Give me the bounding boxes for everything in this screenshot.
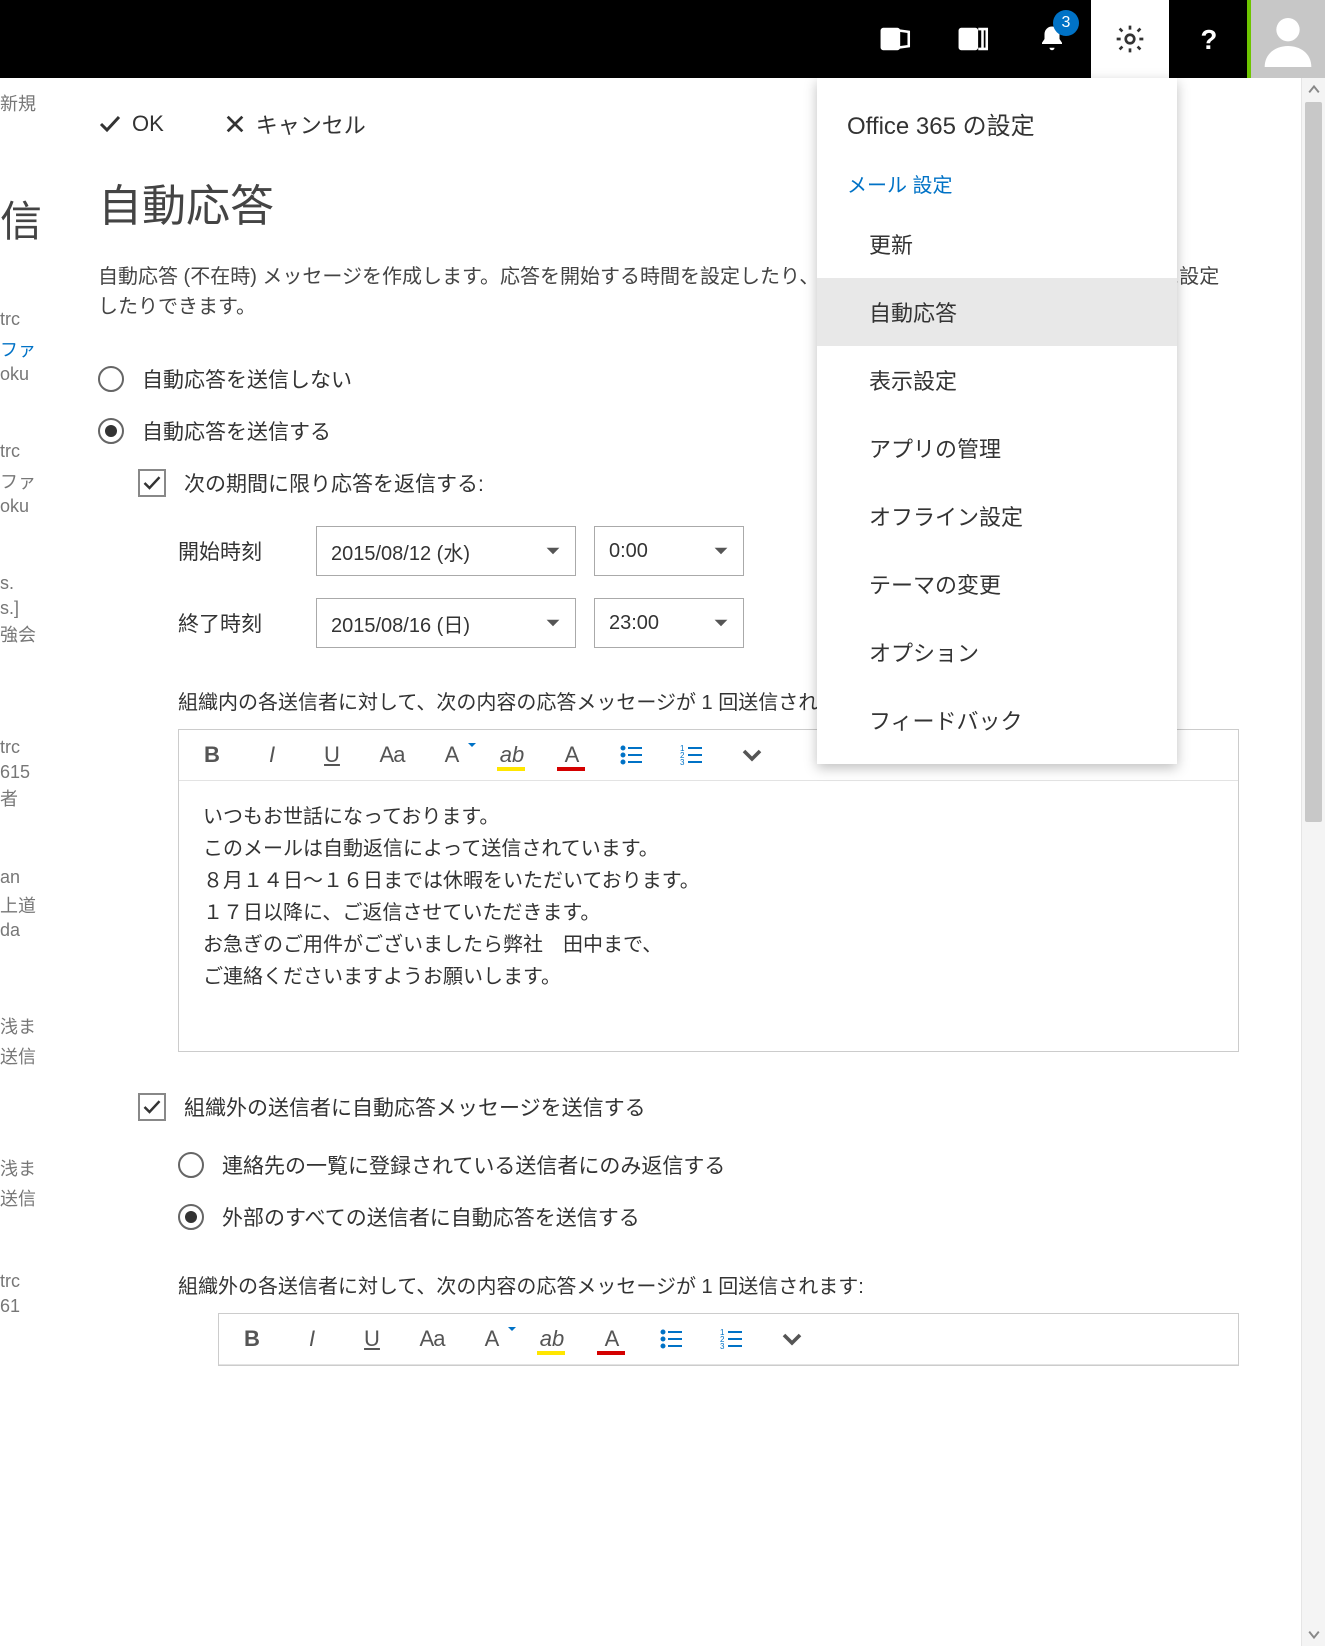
radio-send-label: 自動応答を送信する [142, 416, 331, 446]
bold-button[interactable]: B [237, 1326, 267, 1352]
chevron-down-icon [713, 615, 729, 631]
radio-dont-send-label: 自動応答を送信しない [142, 364, 352, 394]
radio-icon [98, 366, 124, 392]
external-desc: 組織外の各送信者に対して、次の内容の応答メッセージが 1 回送信されます: [178, 1270, 1239, 1299]
checkbox-period-label: 次の期間に限り応答を返信する: [184, 468, 484, 498]
flyout-item-options[interactable]: オプション [817, 618, 1177, 686]
start-date-value: 2015/08/12 (水) [331, 537, 470, 566]
font-style-button[interactable]: A [437, 742, 467, 768]
notification-badge: 3 [1053, 10, 1079, 36]
bullet-list-button[interactable] [617, 744, 647, 766]
ok-button[interactable]: OK [98, 108, 164, 140]
chevron-down-icon [545, 615, 561, 631]
flyout-item-auto-reply[interactable]: 自動応答 [817, 278, 1177, 346]
flyout-subheading: メール 設定 [817, 159, 1177, 210]
vertical-scrollbar[interactable] [1301, 78, 1325, 1646]
scroll-thumb[interactable] [1305, 102, 1322, 822]
svg-text:S: S [888, 33, 897, 50]
more-formatting-button[interactable] [777, 1329, 807, 1349]
scroll-down-arrow[interactable] [1302, 1622, 1325, 1646]
scroll-up-arrow[interactable] [1302, 78, 1325, 102]
internal-message-editor[interactable]: B I U Aa A ab A [178, 729, 1239, 1052]
chevron-down-icon [713, 543, 729, 559]
gear-icon[interactable] [1091, 0, 1169, 78]
settings-flyout: Office 365 の設定 メール 設定 更新 自動応答 表示設定 アプリの管… [817, 78, 1177, 764]
underline-button[interactable]: U [317, 742, 347, 768]
chevron-down-icon [545, 543, 561, 559]
flyout-item-manage-apps[interactable]: アプリの管理 [817, 414, 1177, 482]
radio-icon [98, 418, 124, 444]
italic-button[interactable]: I [297, 1326, 327, 1352]
flyout-item-offline[interactable]: オフライン設定 [817, 482, 1177, 550]
checkbox-external-label: 組織外の送信者に自動応答メッセージを送信する [184, 1092, 646, 1122]
radio-external-contacts[interactable]: 連絡先の一覧に登録されている送信者にのみ返信する [178, 1150, 1239, 1180]
font-size-button[interactable]: Aa [377, 742, 407, 768]
radio-icon [178, 1204, 204, 1230]
svg-text:D: D [964, 33, 975, 50]
mailbox-list-sliver: 新規 信 trc ファ oku trc ファ oku s. s.] 強会 trc… [0, 78, 48, 1646]
highlight-button[interactable]: ab [497, 742, 527, 768]
start-date-select[interactable]: 2015/08/12 (水) [316, 526, 576, 576]
underline-button[interactable]: U [357, 1326, 387, 1352]
checkbox-external-send[interactable]: 組織外の送信者に自動応答メッセージを送信する [138, 1092, 1239, 1122]
flyout-heading[interactable]: Office 365 の設定 [817, 78, 1177, 159]
numbered-list-button[interactable]: 123 [717, 1328, 747, 1350]
end-time-select[interactable]: 23:00 [594, 598, 744, 648]
radio-external-all-label: 外部のすべての送信者に自動応答を送信する [222, 1202, 640, 1232]
top-bar: S D 3 ? [0, 0, 1325, 78]
numbered-list-button[interactable]: 123 [677, 744, 707, 766]
checkbox-icon [138, 1093, 166, 1121]
italic-button[interactable]: I [257, 742, 287, 768]
svg-text:3: 3 [720, 1342, 725, 1350]
radio-icon [178, 1152, 204, 1178]
avatar[interactable] [1247, 0, 1325, 78]
radio-external-all[interactable]: 外部のすべての送信者に自動応答を送信する [178, 1202, 1239, 1232]
flyout-item-theme[interactable]: テーマの変更 [817, 550, 1177, 618]
end-time-label: 終了時刻 [178, 608, 298, 638]
font-color-button[interactable]: A [597, 1326, 627, 1352]
highlight-button[interactable]: ab [537, 1326, 567, 1352]
radio-external-contacts-label: 連絡先の一覧に登録されている送信者にのみ返信する [222, 1150, 725, 1180]
end-time-value: 23:00 [609, 612, 659, 635]
start-time-label: 開始時刻 [178, 536, 298, 566]
end-date-select[interactable]: 2015/08/16 (日) [316, 598, 576, 648]
flyout-item-feedback[interactable]: フィードバック [817, 686, 1177, 754]
start-time-select[interactable]: 0:00 [594, 526, 744, 576]
font-style-button[interactable]: A [477, 1326, 507, 1352]
end-date-value: 2015/08/16 (日) [331, 609, 470, 638]
svg-text:3: 3 [680, 758, 685, 766]
font-color-button[interactable]: A [557, 742, 587, 768]
flyout-item-refresh[interactable]: 更新 [817, 210, 1177, 278]
more-formatting-button[interactable] [737, 745, 767, 765]
ok-label: OK [132, 111, 164, 137]
svg-text:?: ? [1201, 24, 1218, 54]
start-time-value: 0:00 [609, 540, 648, 563]
bold-button[interactable]: B [197, 742, 227, 768]
cancel-button[interactable]: キャンセル [224, 108, 366, 140]
flyout-item-display[interactable]: 表示設定 [817, 346, 1177, 414]
cancel-label: キャンセル [256, 108, 366, 140]
font-size-button[interactable]: Aa [417, 1326, 447, 1352]
onenote-icon[interactable]: D [935, 0, 1013, 78]
sharepoint-icon[interactable]: S [857, 0, 935, 78]
checkbox-icon [138, 469, 166, 497]
editor-toolbar: B I U Aa A ab A [219, 1314, 1238, 1365]
help-icon[interactable]: ? [1169, 0, 1247, 78]
internal-message-body[interactable]: いつもお世話になっております。 このメールは自動返信によって送信されています。 … [179, 781, 1238, 1051]
bullet-list-button[interactable] [657, 1328, 687, 1350]
notifications-icon[interactable]: 3 [1013, 0, 1091, 78]
external-message-editor[interactable]: B I U Aa A ab A [218, 1313, 1239, 1366]
